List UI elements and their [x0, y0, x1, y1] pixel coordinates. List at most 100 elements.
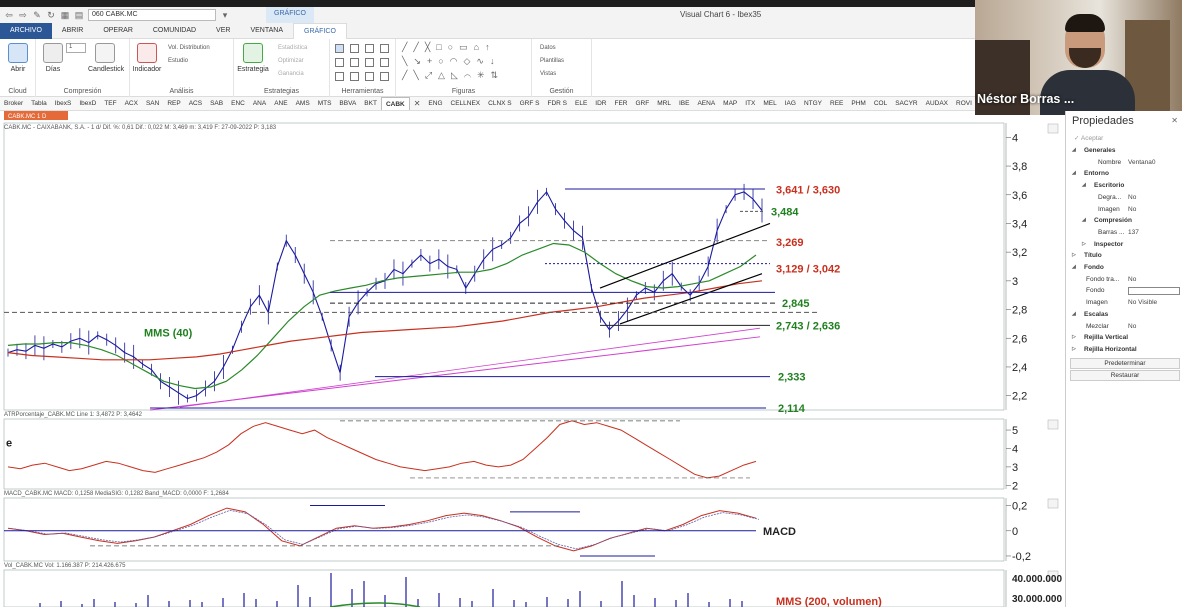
- forward-icon[interactable]: ⇨: [18, 10, 28, 20]
- print-tool-icon[interactable]: [380, 72, 389, 81]
- symbol-tab-ibe[interactable]: IBE: [675, 97, 693, 110]
- expand-icon[interactable]: ▷: [1072, 332, 1076, 344]
- property-row-2[interactable]: ◢ Entorno: [1066, 168, 1182, 180]
- expand-icon[interactable]: ▷: [1072, 344, 1076, 356]
- back-icon[interactable]: ⇦: [4, 10, 14, 20]
- optimizar-button[interactable]: Optimizar: [278, 58, 304, 64]
- symbol-tab-ntgy[interactable]: NTGY: [800, 97, 826, 110]
- property-row-15[interactable]: Mezclar No: [1066, 321, 1182, 333]
- symbol-tab-mrl[interactable]: MRL: [653, 97, 675, 110]
- property-row-0[interactable]: ◢ Generales: [1066, 145, 1182, 157]
- collapse-icon[interactable]: ◢: [1072, 168, 1076, 180]
- property-value[interactable]: No: [1128, 192, 1136, 204]
- candlestick-button[interactable]: Candlestick: [88, 43, 124, 73]
- property-value[interactable]: 137: [1128, 227, 1139, 239]
- tab-ver[interactable]: VER: [206, 23, 240, 39]
- property-row-16[interactable]: ▷ Rejilla Vertical: [1066, 332, 1182, 344]
- property-value[interactable]: No: [1128, 274, 1136, 286]
- close-icon[interactable]: ✕: [1171, 116, 1178, 125]
- property-row-11[interactable]: Fondo tra... No: [1066, 274, 1182, 286]
- symbol-tab-col[interactable]: COL: [870, 97, 891, 110]
- figure-tools-row1[interactable]: ╱╱╳□○▭⌂↑: [402, 42, 496, 53]
- accept-button[interactable]: ✓ Aceptar: [1066, 133, 1182, 145]
- cursor-tool-icon[interactable]: [335, 44, 344, 53]
- tab-abrir[interactable]: ABRIR: [52, 23, 93, 39]
- symbol-tab-ree[interactable]: REE: [826, 97, 847, 110]
- collapse-icon[interactable]: ◢: [1072, 145, 1076, 157]
- symbol-tab-san[interactable]: SAN: [142, 97, 163, 110]
- compression-input[interactable]: 1: [66, 43, 86, 53]
- tab-comunidad[interactable]: COMUNIDAD: [143, 23, 206, 39]
- symbol-input[interactable]: 060 CABK.MC: [88, 9, 216, 21]
- property-row-10[interactable]: ◢ Fondo: [1066, 262, 1182, 274]
- property-row-5[interactable]: Imagen No: [1066, 204, 1182, 216]
- tab-archivo[interactable]: ARCHIVO: [0, 22, 52, 39]
- scissors-tool-icon[interactable]: [365, 58, 374, 67]
- collapse-icon[interactable]: ◢: [1082, 215, 1086, 227]
- figure-tools-row2[interactable]: ╲↘+○◠◇∿↓: [402, 56, 500, 67]
- color-picker[interactable]: [1128, 287, 1180, 296]
- symbol-tab-grf[interactable]: GRF: [632, 97, 654, 110]
- pin-icon[interactable]: ✎: [32, 10, 42, 20]
- line-tool-icon[interactable]: [335, 58, 344, 67]
- property-row-12[interactable]: Fondo: [1066, 285, 1182, 297]
- image-tool-icon[interactable]: [380, 58, 389, 67]
- symbol-tab-cellnex[interactable]: CELLNEX: [447, 97, 485, 110]
- symbol-tab-sacyr[interactable]: SACYR: [891, 97, 921, 110]
- symbol-tab-ibexs[interactable]: IbexS: [51, 97, 76, 110]
- property-value[interactable]: No: [1128, 321, 1136, 333]
- symbol-tab-enc[interactable]: ENC: [227, 97, 249, 110]
- estrategia-button[interactable]: Estrategia: [236, 43, 270, 73]
- symbol-tab-fdr-s[interactable]: FDR S: [544, 97, 572, 110]
- symbol-tab-iag[interactable]: IAG: [781, 97, 800, 110]
- tab-operar[interactable]: OPERAR: [93, 23, 143, 39]
- symbol-tab-mel[interactable]: MEL: [759, 97, 780, 110]
- collapse-icon[interactable]: ◢: [1082, 180, 1086, 192]
- expand-icon[interactable]: ▷: [1072, 250, 1076, 262]
- grid-icon[interactable]: ▤: [74, 10, 84, 20]
- symbol-tab-bbva[interactable]: BBVA: [335, 97, 360, 110]
- restaurar-button[interactable]: Restaurar: [1070, 369, 1180, 381]
- eraser-tool-icon[interactable]: [365, 72, 374, 81]
- property-row-17[interactable]: ▷ Rejilla Horizontal: [1066, 344, 1182, 356]
- ruler-tool-icon[interactable]: [335, 72, 344, 81]
- symbol-tab-tabla[interactable]: Tabla: [27, 97, 51, 110]
- estadistica-button[interactable]: Estadística: [278, 45, 307, 51]
- abrir-button[interactable]: Abrir: [1, 43, 35, 73]
- tab-ventana[interactable]: VENTANA: [240, 23, 293, 39]
- property-row-3[interactable]: ◢ Escritorio: [1066, 180, 1182, 192]
- indicador-button[interactable]: Indicador: [130, 43, 164, 73]
- symbol-tab-sab[interactable]: SAB: [206, 97, 227, 110]
- property-row-6[interactable]: ◢ Compresión: [1066, 215, 1182, 227]
- symbol-tab-acs[interactable]: ACS: [185, 97, 206, 110]
- symbol-tab-ams[interactable]: AMS: [292, 97, 314, 110]
- property-row-9[interactable]: ▷ Título: [1066, 250, 1182, 262]
- text-tool-icon[interactable]: [350, 58, 359, 67]
- property-value[interactable]: Ventana0: [1128, 157, 1155, 169]
- symbol-tab-mts[interactable]: MTS: [314, 97, 336, 110]
- dias-button[interactable]: Días: [36, 43, 70, 73]
- vistas-button[interactable]: Vistas: [540, 71, 556, 77]
- symbol-tab-broker[interactable]: Broker: [0, 97, 27, 110]
- symbol-tab-tef[interactable]: TEF: [100, 97, 120, 110]
- datos-button[interactable]: Datos: [540, 45, 556, 51]
- collapse-icon[interactable]: ◢: [1072, 309, 1076, 321]
- symbol-tab-map[interactable]: MAP: [719, 97, 741, 110]
- tab-grafico[interactable]: GRÁFICO: [293, 22, 347, 39]
- collapse-icon[interactable]: ◢: [1072, 262, 1076, 274]
- predeterminar-button[interactable]: Predeterminar: [1070, 357, 1180, 369]
- estudio-button[interactable]: Estudio: [168, 58, 188, 64]
- symbol-tab-ane[interactable]: ANE: [270, 97, 291, 110]
- property-row-4[interactable]: Degra... No: [1066, 192, 1182, 204]
- property-row-1[interactable]: Nombre Ventana0: [1066, 157, 1182, 169]
- figure-tools-row3[interactable]: ╱╲⤢△◺⌒✳⇅: [402, 70, 504, 81]
- select-tool-icon[interactable]: [350, 44, 359, 53]
- property-row-13[interactable]: Imagen No Visible: [1066, 297, 1182, 309]
- plantillas-button[interactable]: Plantillas: [540, 58, 564, 64]
- vol-distribution-button[interactable]: Vol. Distribution: [168, 45, 210, 51]
- symbol-tab-idr[interactable]: IDR: [591, 97, 610, 110]
- property-value[interactable]: No Visible: [1128, 297, 1157, 309]
- symbol-tab-clnx-s[interactable]: CLNX S: [484, 97, 515, 110]
- symbol-tab-ana[interactable]: ANA: [249, 97, 270, 110]
- symbol-tab-phm[interactable]: PHM: [847, 97, 869, 110]
